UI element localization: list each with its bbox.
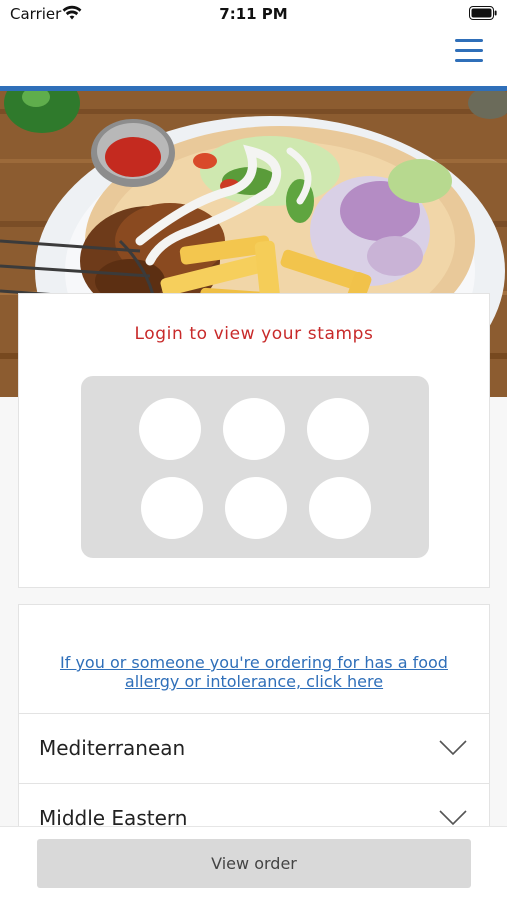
stamp-slot bbox=[225, 477, 287, 539]
stamp-slot bbox=[139, 398, 201, 460]
bottom-bar: View order bbox=[0, 826, 507, 901]
allergy-link-line-2: allergy or intolerance, click here bbox=[124, 672, 384, 691]
category-row-mediterranean[interactable]: Mediterranean bbox=[18, 714, 490, 784]
stamp-slot bbox=[309, 477, 371, 539]
battery-icon bbox=[469, 6, 497, 20]
view-order-button[interactable]: View order bbox=[37, 839, 471, 888]
stamp-board bbox=[81, 376, 429, 558]
app-header bbox=[0, 28, 507, 91]
stamp-slot bbox=[307, 398, 369, 460]
chevron-down-icon bbox=[439, 810, 467, 826]
category-label: Mediterranean bbox=[39, 736, 186, 760]
stamp-card: Login to view your stamps bbox=[18, 293, 490, 588]
allergy-info-link[interactable]: If you or someone you're ordering for ha… bbox=[39, 653, 469, 691]
stamp-slot bbox=[141, 477, 203, 539]
status-bar: Carrier 7:11 PM bbox=[0, 0, 507, 28]
status-time: 7:11 PM bbox=[219, 5, 288, 23]
stamp-slot bbox=[223, 398, 285, 460]
chevron-down-icon bbox=[439, 740, 467, 756]
login-to-view-stamps-link[interactable]: Login to view your stamps bbox=[19, 324, 489, 344]
allergy-info-card: If you or someone you're ordering for ha… bbox=[18, 604, 490, 714]
hamburger-menu-icon[interactable] bbox=[455, 39, 483, 65]
allergy-link-line-1: If you or someone you're ordering for ha… bbox=[60, 653, 448, 672]
